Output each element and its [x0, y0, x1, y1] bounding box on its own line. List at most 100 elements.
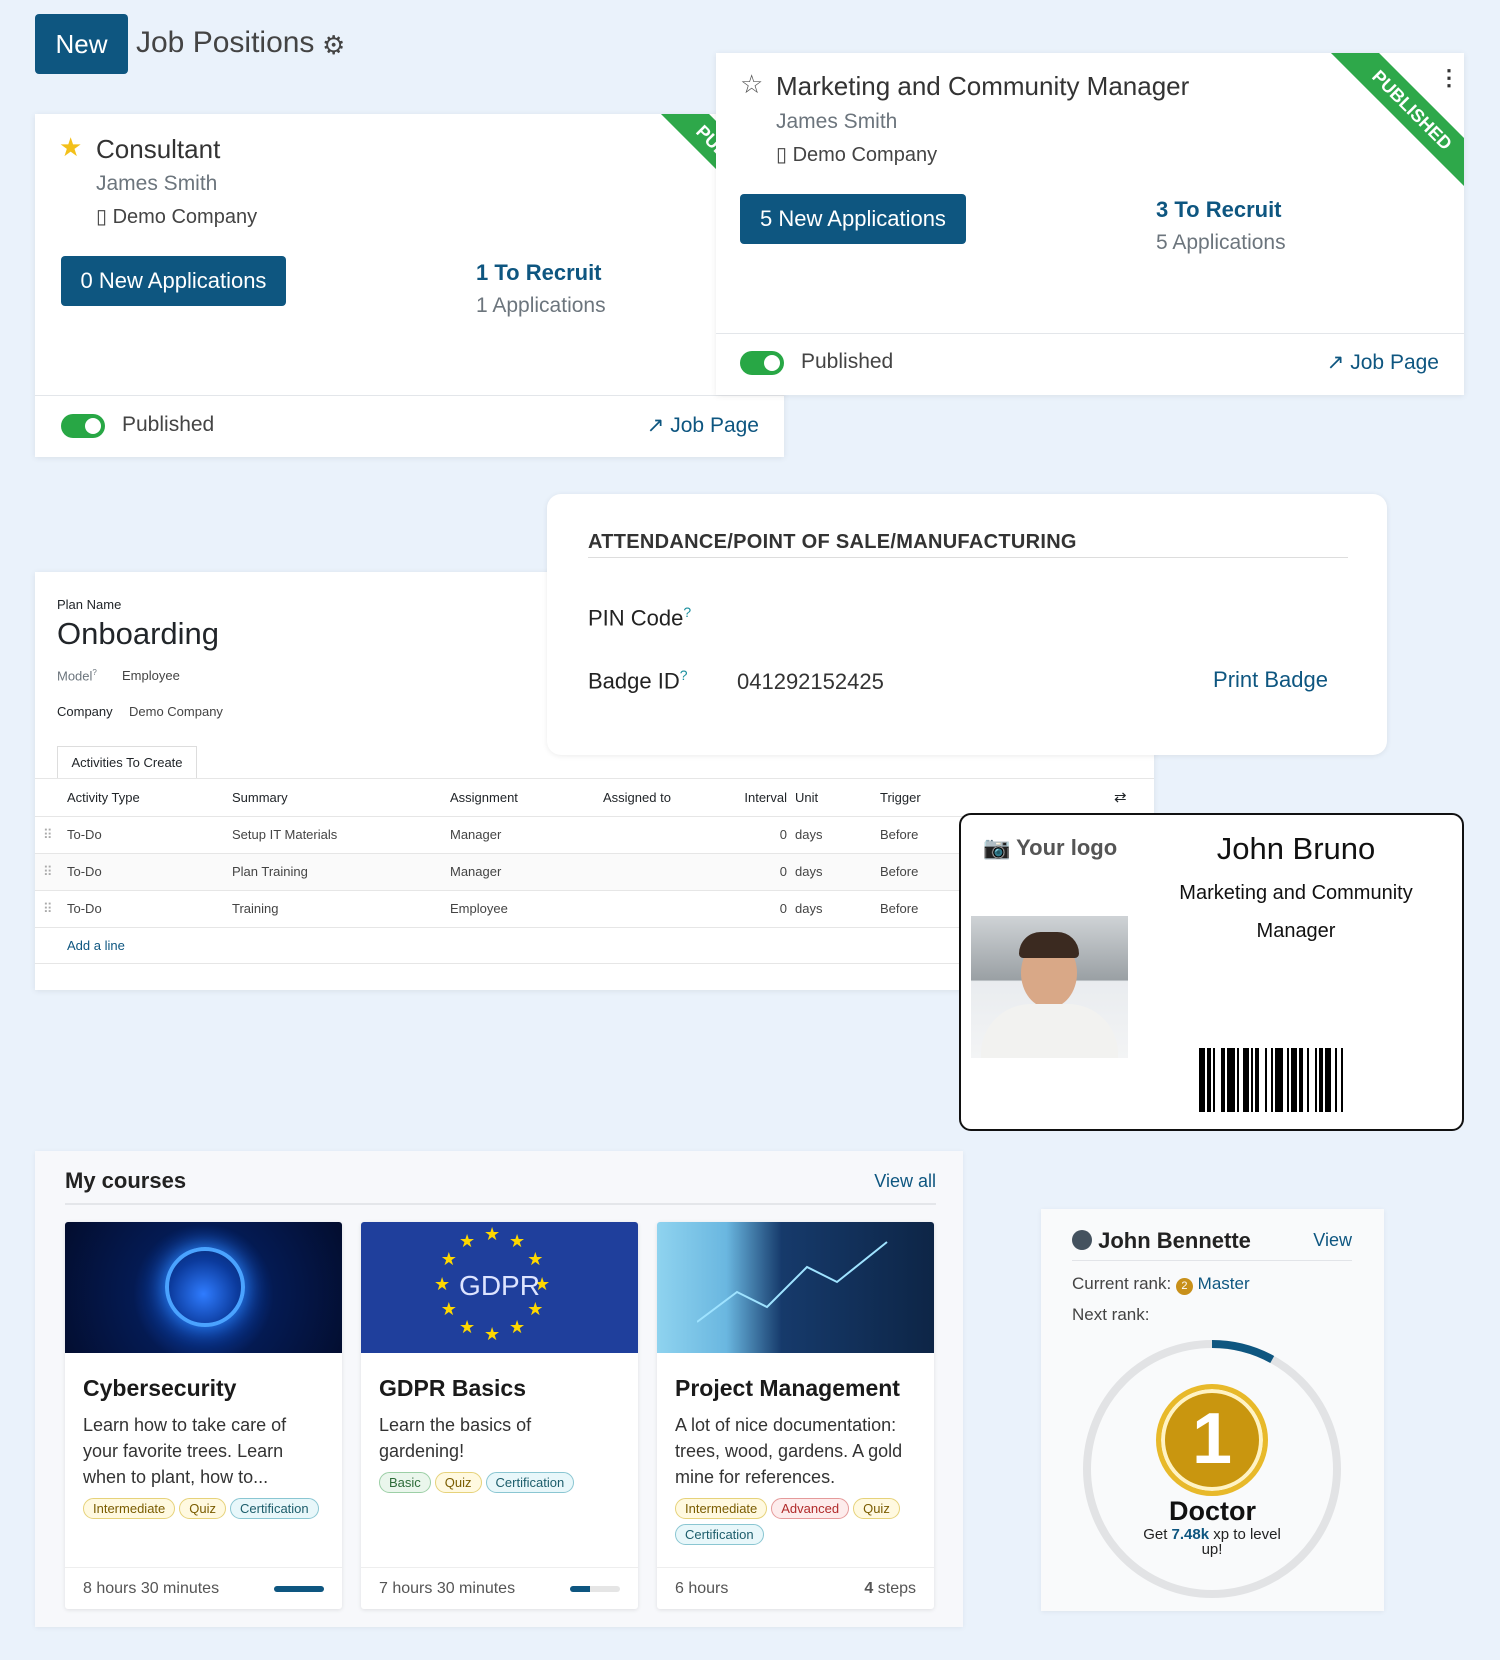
drag-handle-icon[interactable]: ⠿: [35, 816, 67, 853]
avatar: [1072, 1230, 1092, 1250]
col-summary[interactable]: Summary: [232, 779, 450, 816]
col-unit[interactable]: Unit: [795, 779, 880, 816]
tag: Quiz: [434, 1472, 482, 1493]
badge-id-label: Badge ID: [588, 668, 680, 694]
company: Demo Company: [792, 144, 938, 166]
cell-summary[interactable]: Training: [232, 890, 450, 927]
employee-badge: 📷 Your logo John Bruno Marketing and Com…: [959, 813, 1464, 1131]
help-icon[interactable]: ?: [680, 667, 688, 683]
job-card-marketing[interactable]: PUBLISHED ☆ Marketing and Community Mana…: [716, 53, 1464, 395]
tag: Quiz: [179, 1498, 226, 1519]
tag: Intermediate: [83, 1498, 176, 1519]
gear-icon[interactable]: ⚙: [322, 30, 345, 61]
recruiter: James Smith: [776, 110, 898, 133]
new-applications-button[interactable]: 5 New Applications: [740, 194, 966, 244]
cell-assignment[interactable]: Employee: [450, 890, 603, 927]
plan-name-field[interactable]: Onboarding: [57, 616, 219, 652]
to-recruit-link[interactable]: 1 To Recruit: [476, 260, 602, 286]
job-card-consultant[interactable]: PUBLISHED ★ Consultant James Smith ▯ Dem…: [35, 114, 784, 457]
course-card[interactable]: Project Management A lot of nice document…: [657, 1222, 934, 1609]
course-image: ★ ★ ★ ★ ★ ★ ★ ★ ★ ★ ★ ★ GDPR: [361, 1222, 638, 1353]
cell-interval[interactable]: 0: [733, 890, 795, 927]
cell-activity-type[interactable]: To-Do: [67, 890, 232, 927]
star-outline-icon[interactable]: ☆: [740, 69, 763, 100]
course-title[interactable]: Project Management: [675, 1375, 916, 1402]
view-all-link[interactable]: View all: [874, 1171, 936, 1192]
col-assigned-to[interactable]: Assigned to: [603, 779, 733, 816]
view-profile-link[interactable]: View: [1313, 1230, 1352, 1251]
cell-interval[interactable]: 0: [733, 853, 795, 890]
company: Demo Company: [112, 206, 258, 228]
drag-handle-icon[interactable]: ⠿: [35, 853, 67, 890]
cell-assignment[interactable]: Manager: [450, 853, 603, 890]
cell-summary[interactable]: Setup IT Materials: [232, 816, 450, 853]
cell-activity-type[interactable]: To-Do: [67, 853, 232, 890]
progress-bar: [570, 1585, 620, 1592]
job-title: Marketing and Community Manager: [776, 71, 1190, 101]
new-button[interactable]: New: [35, 14, 128, 74]
model-field[interactable]: Employee: [122, 668, 180, 683]
cell-unit[interactable]: days: [795, 816, 880, 853]
to-recruit-link[interactable]: 3 To Recruit: [1156, 197, 1282, 223]
job-page-link[interactable]: ↗ Job Page: [647, 413, 759, 438]
tab-activities-to-create[interactable]: Activities To Create: [57, 746, 197, 779]
course-title[interactable]: GDPR Basics: [379, 1375, 620, 1402]
badge-id-field[interactable]: 041292152425: [737, 669, 884, 695]
cell-summary[interactable]: Plan Training: [232, 853, 450, 890]
course-image: [657, 1222, 934, 1353]
applications-link[interactable]: 5 Applications: [1156, 231, 1286, 255]
tag: Certification: [230, 1498, 319, 1519]
next-rank-name: Doctor: [1169, 1496, 1256, 1526]
course-description: Learn how to take care of your favorite …: [83, 1415, 287, 1487]
tag: Intermediate: [675, 1498, 768, 1519]
column-settings-icon[interactable]: ⇄: [1114, 779, 1154, 816]
col-assignment[interactable]: Assignment: [450, 779, 603, 816]
applications-link[interactable]: 1 Applications: [476, 294, 606, 318]
course-duration: 8 hours 30 minutes: [83, 1579, 220, 1597]
kebab-menu-icon[interactable]: ⋮: [1438, 65, 1460, 91]
tag: Advanced: [771, 1498, 850, 1519]
published-toggle[interactable]: [61, 414, 105, 438]
medal-icon: 1: [1156, 1384, 1268, 1496]
print-badge-button[interactable]: Print Badge: [1213, 667, 1328, 693]
cell-unit[interactable]: days: [795, 890, 880, 927]
external-link-icon: ↗: [1326, 351, 1345, 374]
new-applications-button[interactable]: 0 New Applications: [61, 256, 286, 306]
course-card[interactable]: Cybersecurity Learn how to take care of y…: [65, 1222, 342, 1609]
course-title[interactable]: Cybersecurity: [83, 1375, 324, 1402]
current-rank-link[interactable]: Master: [1198, 1274, 1250, 1293]
barcode-bar: [1287, 1048, 1289, 1112]
barcode-bar: [1227, 1048, 1235, 1112]
course-card[interactable]: ★ ★ ★ ★ ★ ★ ★ ★ ★ ★ ★ ★ GDPR GDPR Basics Learn the bas…: [361, 1222, 638, 1609]
barcode-bar: [1341, 1048, 1343, 1112]
drag-handle-icon[interactable]: ⠿: [35, 890, 67, 927]
published-label: Published: [122, 413, 215, 436]
cell-assigned-to[interactable]: [603, 853, 733, 890]
cell-activity-type[interactable]: To-Do: [67, 816, 232, 853]
barcode-bar: [1291, 1048, 1297, 1112]
barcode-bar: [1255, 1048, 1259, 1112]
barcode-bar: [1299, 1048, 1303, 1112]
star-filled-icon[interactable]: ★: [59, 132, 82, 163]
help-icon[interactable]: ?: [683, 604, 691, 620]
rank-card: John Bennette View Current rank: 2 Maste…: [1041, 1209, 1384, 1611]
col-interval[interactable]: Interval: [733, 779, 795, 816]
company-field[interactable]: Demo Company: [129, 704, 223, 719]
published-label: Published: [801, 350, 894, 373]
published-toggle[interactable]: [740, 351, 784, 375]
course-duration: 6 hours: [675, 1579, 729, 1597]
barcode-bar: [1271, 1048, 1273, 1112]
cell-assigned-to[interactable]: [603, 816, 733, 853]
employee-name: John Bruno: [1216, 831, 1376, 866]
col-activity-type[interactable]: Activity Type: [67, 779, 232, 816]
company-label: Company: [57, 704, 113, 719]
table-header: Activity Type Summary Assignment Assigne…: [35, 779, 1154, 816]
cell-interval[interactable]: 0: [733, 816, 795, 853]
cell-assignment[interactable]: Manager: [450, 816, 603, 853]
cell-assigned-to[interactable]: [603, 890, 733, 927]
col-trigger[interactable]: Trigger: [880, 779, 1114, 816]
job-title-line1: Marketing and Community: [1179, 882, 1413, 904]
barcode-bar: [1275, 1048, 1283, 1112]
cell-unit[interactable]: days: [795, 853, 880, 890]
job-page-link[interactable]: ↗ Job Page: [1327, 350, 1439, 375]
